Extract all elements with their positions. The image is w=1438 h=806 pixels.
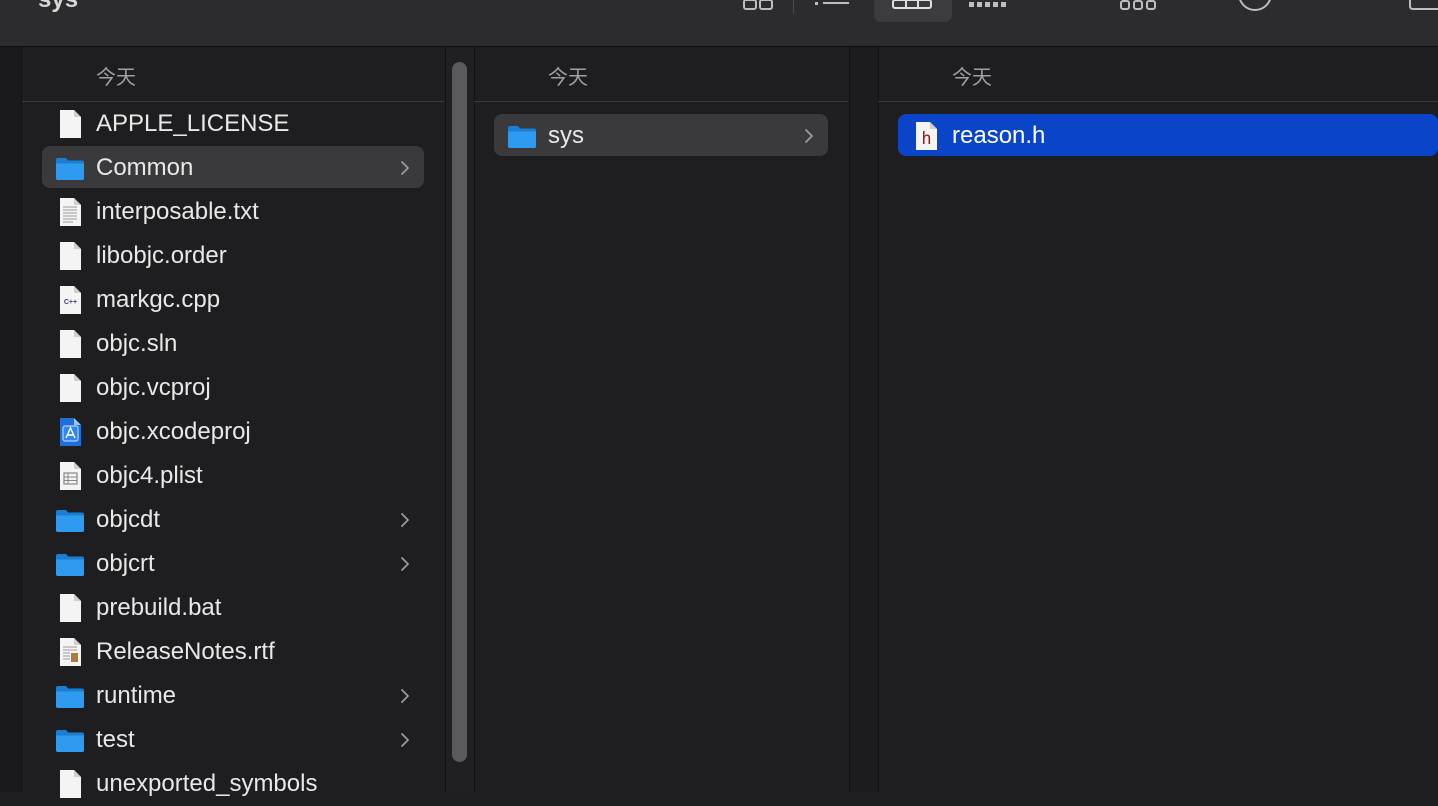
cpp-file-icon: C++ xyxy=(55,285,85,315)
tag-icon[interactable] xyxy=(1408,0,1438,22)
column-3: 今天 h reason.h xyxy=(878,47,1438,792)
chevron-right-icon[interactable] xyxy=(400,508,410,527)
sidebar-edge xyxy=(0,47,22,792)
file-row[interactable]: objc.sln xyxy=(42,322,424,364)
list-view-icon[interactable] xyxy=(815,0,851,22)
item-label: interposable.txt xyxy=(96,198,259,225)
svg-text:h: h xyxy=(921,129,931,149)
column-view-icon[interactable] xyxy=(892,0,932,22)
item-label: APPLE_LICENSE xyxy=(96,110,290,137)
item-label: objc.xcodeproj xyxy=(96,418,251,445)
xcode-project-icon xyxy=(55,417,85,447)
column-header: 今天 xyxy=(22,47,444,102)
document-icon xyxy=(55,769,85,799)
item-label: runtime xyxy=(96,682,177,709)
folder-icon xyxy=(55,505,85,535)
file-row[interactable]: prebuild.bat xyxy=(42,586,424,628)
folder-row[interactable]: objcdt xyxy=(42,498,424,540)
document-icon xyxy=(55,109,85,139)
chevron-right-icon[interactable] xyxy=(400,156,410,175)
item-label: objc4.plist xyxy=(96,462,203,489)
share-icon[interactable] xyxy=(1238,0,1272,22)
column-header: 今天 xyxy=(878,47,1438,102)
item-label: Common xyxy=(96,154,194,181)
item-label: objc.sln xyxy=(96,330,178,357)
folder-row[interactable]: objcrt xyxy=(42,542,424,584)
folder-row[interactable]: sys xyxy=(494,114,828,156)
item-label: objcdt xyxy=(96,506,161,533)
file-row[interactable]: C++ markgc.cpp xyxy=(42,278,424,320)
document-icon xyxy=(55,593,85,623)
file-row[interactable]: objc4.plist xyxy=(42,454,424,496)
chevron-right-icon[interactable] xyxy=(400,728,410,747)
column-1: 今天 APPLE_LICENSE Common interposable.txt li… xyxy=(22,47,444,798)
folder-icon xyxy=(55,549,85,579)
file-row[interactable]: libobjc.order xyxy=(42,234,424,276)
scrollbar-thumb[interactable] xyxy=(452,62,467,762)
chevron-right-icon[interactable] xyxy=(400,552,410,571)
folder-icon xyxy=(55,681,85,711)
item-label: markgc.cpp xyxy=(96,286,221,313)
file-row[interactable]: ReleaseNotes.rtf xyxy=(42,630,424,672)
window-title: sys xyxy=(38,0,78,14)
folder-icon xyxy=(55,153,85,183)
column-header-label: 今天 xyxy=(952,67,992,89)
item-label: prebuild.bat xyxy=(96,594,222,621)
item-label: objcrt xyxy=(96,550,155,577)
document-icon xyxy=(55,373,85,403)
file-row[interactable]: h reason.h xyxy=(898,114,1438,156)
svg-text:C++: C++ xyxy=(64,299,77,306)
toolbar-separator xyxy=(793,0,794,14)
file-row[interactable]: APPLE_LICENSE xyxy=(42,102,424,144)
item-label: test xyxy=(96,726,135,753)
file-row[interactable]: interposable.txt xyxy=(42,190,424,232)
item-label: reason.h xyxy=(952,122,1046,149)
item-label: unexported_symbols xyxy=(96,770,318,797)
document-icon xyxy=(55,241,85,271)
rtf-document-icon xyxy=(55,637,85,667)
text-document-icon xyxy=(55,197,85,227)
item-label: sys xyxy=(548,122,584,149)
folder-row[interactable]: runtime xyxy=(42,674,424,716)
item-label: objc.vcproj xyxy=(96,374,211,401)
chevron-right-icon[interactable] xyxy=(804,124,814,143)
column-header-label: 今天 xyxy=(548,67,588,89)
gallery-view-icon[interactable] xyxy=(969,0,1009,22)
column-divider[interactable] xyxy=(849,47,879,792)
icon-view-icon[interactable] xyxy=(743,0,775,22)
plist-file-icon xyxy=(55,461,85,491)
column-header-label: 今天 xyxy=(96,67,136,89)
folder-row[interactable]: Common xyxy=(42,146,424,188)
file-row[interactable]: objc.xcodeproj xyxy=(42,410,424,452)
item-label: ReleaseNotes.rtf xyxy=(96,638,275,665)
item-label: libobjc.order xyxy=(96,242,227,269)
file-row[interactable]: unexported_symbols xyxy=(42,762,424,804)
chevron-right-icon[interactable] xyxy=(400,684,410,703)
document-icon xyxy=(55,329,85,359)
folder-icon xyxy=(507,121,537,151)
toolbar: sys xyxy=(0,0,1438,47)
header-file-icon: h xyxy=(911,121,941,151)
file-row[interactable]: objc.vcproj xyxy=(42,366,424,408)
group-icon[interactable] xyxy=(1120,0,1160,22)
column-header: 今天 xyxy=(474,47,848,102)
folder-row[interactable]: test xyxy=(42,718,424,760)
column-2: 今天 sys xyxy=(474,47,848,792)
folder-icon xyxy=(55,725,85,755)
